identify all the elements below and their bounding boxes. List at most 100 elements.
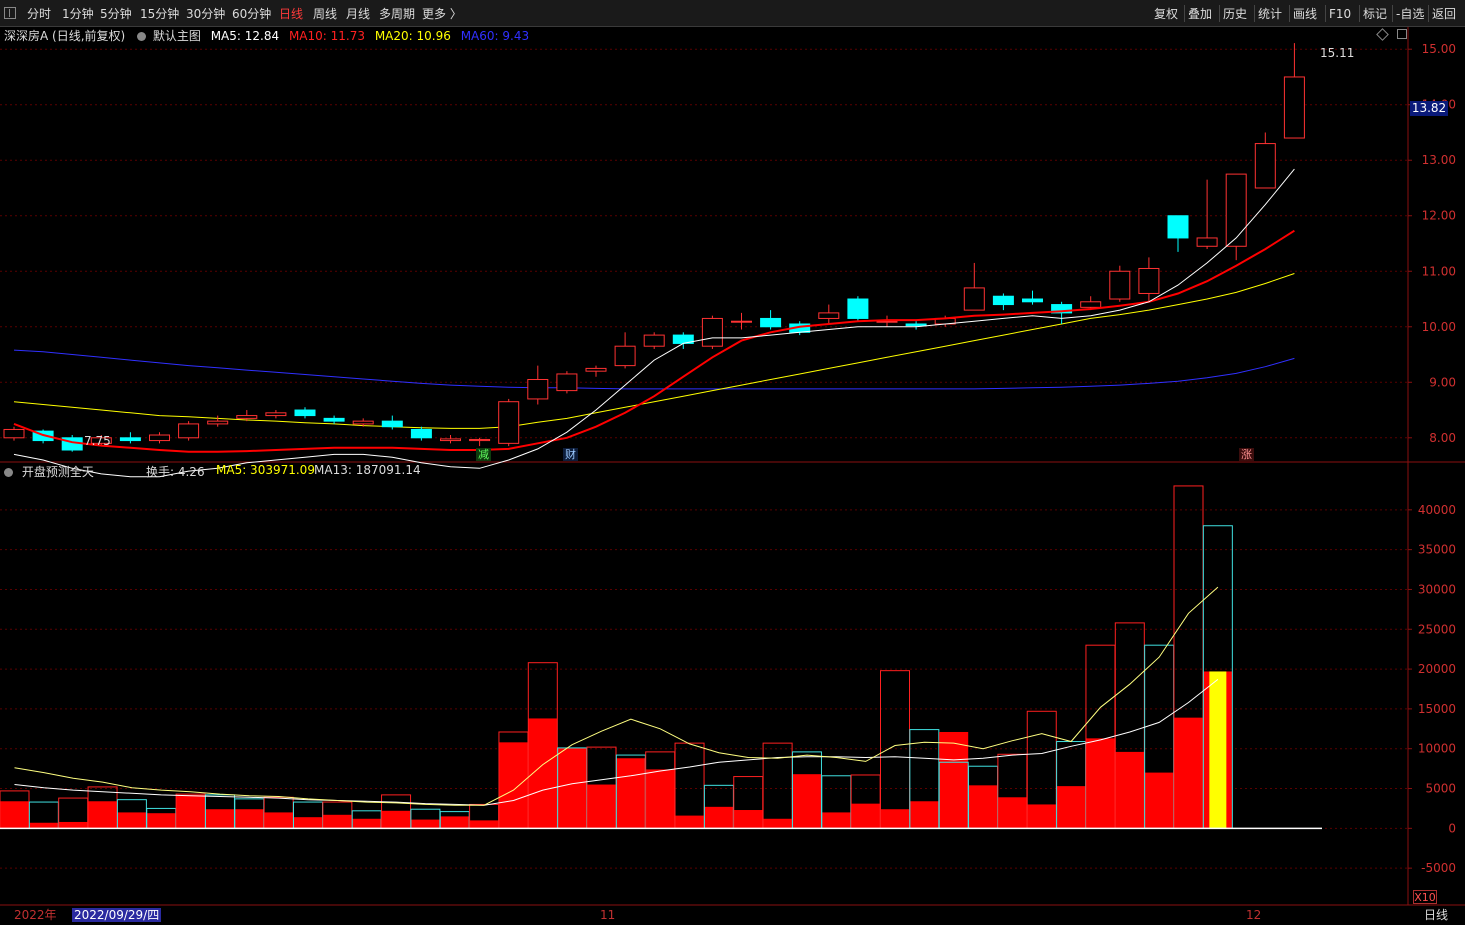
candle-body	[876, 320, 898, 323]
candle-body	[294, 409, 316, 417]
candle-body	[731, 320, 752, 323]
ma20-legend: MA20: 10.96	[374, 29, 451, 43]
volume-fill-bar	[675, 815, 705, 829]
high-price-label: 15.11	[1320, 46, 1355, 60]
candle-body	[1225, 173, 1247, 247]
volume-fill-bar	[968, 785, 998, 829]
volume-fill-bar	[293, 817, 323, 829]
price-tick-label: 13.00	[1422, 153, 1456, 167]
year-label: 2022年	[14, 908, 57, 922]
ma5-line	[13, 168, 1295, 478]
stock-name[interactable]: 深深房A (日线,前复权)	[4, 29, 125, 43]
candle-body	[178, 423, 200, 439]
diamond-icon[interactable]	[1376, 28, 1389, 41]
volume-fill-bar	[821, 812, 851, 829]
volume-tick-label: 35000	[1418, 543, 1456, 557]
candle-body	[905, 323, 927, 327]
volume-fill-bar	[587, 784, 616, 829]
volume-fill-bar	[58, 821, 88, 829]
candle-body	[381, 420, 403, 428]
volume-tick-label: -5000	[1421, 861, 1456, 875]
candle-body	[498, 401, 520, 444]
candle-body	[119, 437, 141, 442]
candle-body	[323, 417, 345, 422]
candle-body	[410, 428, 432, 439]
volume-fill-bar	[234, 809, 264, 829]
candle-body	[1022, 298, 1043, 303]
ma20-line	[13, 273, 1295, 429]
volume-fill-bar	[469, 820, 499, 829]
price-tick-label: 9.00	[1429, 375, 1456, 389]
volume-fill-bar	[322, 814, 352, 829]
volume-outline-bar	[762, 742, 793, 829]
volume-fill-bar	[557, 747, 587, 829]
sub-header: 开盘预测全天 换手: 4.26 MA5: 303971.09 MA13: 187…	[4, 463, 421, 480]
candle-body	[992, 295, 1014, 306]
volume-fill-bar	[29, 822, 59, 829]
zoom-badge[interactable]: X10	[1413, 890, 1437, 904]
volume-tick-label: 5000	[1425, 782, 1456, 796]
main-header: 深深房A (日线,前复权) 默认主图 MA5: 12.84 MA10: 11.7…	[4, 27, 529, 44]
candle-body	[527, 379, 549, 400]
volume-fill-bar	[939, 731, 969, 829]
candle-body	[818, 312, 840, 319]
candle-body	[207, 420, 229, 425]
volume-highlight-bar	[1209, 671, 1227, 829]
indicator-name[interactable]: 开盘预测全天	[22, 465, 94, 479]
volume-fill-bar	[410, 819, 440, 829]
candle-body	[1283, 76, 1305, 139]
current-price-badge: 13.82	[1410, 101, 1448, 116]
volume-fill-bar	[616, 758, 646, 829]
candle-body	[3, 428, 25, 439]
volume-fill-bar	[146, 813, 176, 829]
marker-cai[interactable]: 财	[563, 448, 578, 461]
volume-fill-bar	[1027, 804, 1057, 829]
candle-body	[556, 373, 578, 392]
volume-fill-bar	[880, 809, 910, 829]
volume-fill-bar	[498, 742, 528, 829]
volume-tick-label: 40000	[1418, 503, 1456, 517]
volume-fill-bar	[704, 806, 734, 829]
volume-fill-bar	[117, 812, 147, 829]
candle-body	[701, 317, 723, 347]
volume-fill-bar	[763, 818, 793, 829]
low-price-label: 7.75	[84, 434, 111, 448]
settings-icon[interactable]	[4, 468, 13, 477]
vol-ma13-legend: MA13: 187091.14	[314, 463, 421, 477]
ma60-line	[13, 349, 1295, 390]
candle-body	[1167, 215, 1189, 239]
candle-body	[236, 415, 258, 419]
volume-fill-bar	[381, 810, 411, 829]
candle-body	[847, 298, 869, 319]
volume-fill-bar	[1115, 751, 1145, 829]
candle-body	[963, 287, 985, 311]
candle-body	[585, 367, 607, 372]
volume-tick-label: 20000	[1418, 662, 1456, 676]
candle-body	[643, 334, 665, 347]
date-badge: 2022/09/29/四	[72, 908, 162, 922]
volume-tick-label: 10000	[1418, 742, 1456, 756]
ma5-legend: MA5: 12.84	[210, 29, 280, 43]
volume-outline-bar	[880, 670, 910, 829]
ma10-legend: MA10: 11.73	[288, 29, 365, 43]
candle-body	[1080, 301, 1102, 308]
volume-fill-bar	[176, 794, 206, 829]
price-tick-label: 12.00	[1422, 209, 1456, 223]
template-toggle-icon[interactable]	[137, 32, 147, 41]
volume-tick-label: 15000	[1418, 702, 1456, 716]
volume-fill-bar	[1144, 772, 1174, 829]
candle-body	[265, 412, 287, 417]
maximize-icon[interactable]	[1396, 29, 1407, 39]
vol-ma5-legend: MA5: 303971.09	[216, 463, 315, 477]
marker-jian[interactable]: 减	[476, 448, 491, 461]
period-label[interactable]: 日线	[1424, 907, 1448, 923]
template-name[interactable]: 默认主图	[153, 29, 201, 43]
candle-body	[352, 420, 374, 425]
marker-zhang[interactable]: 涨	[1239, 448, 1254, 461]
volume-fill-bar	[1056, 786, 1086, 829]
candle-body	[614, 345, 636, 367]
volume-fill-bar	[264, 812, 294, 829]
volume-fill-bar	[792, 774, 822, 829]
volume-fill-bar	[997, 797, 1027, 829]
month-label-12: 12	[1246, 908, 1262, 922]
